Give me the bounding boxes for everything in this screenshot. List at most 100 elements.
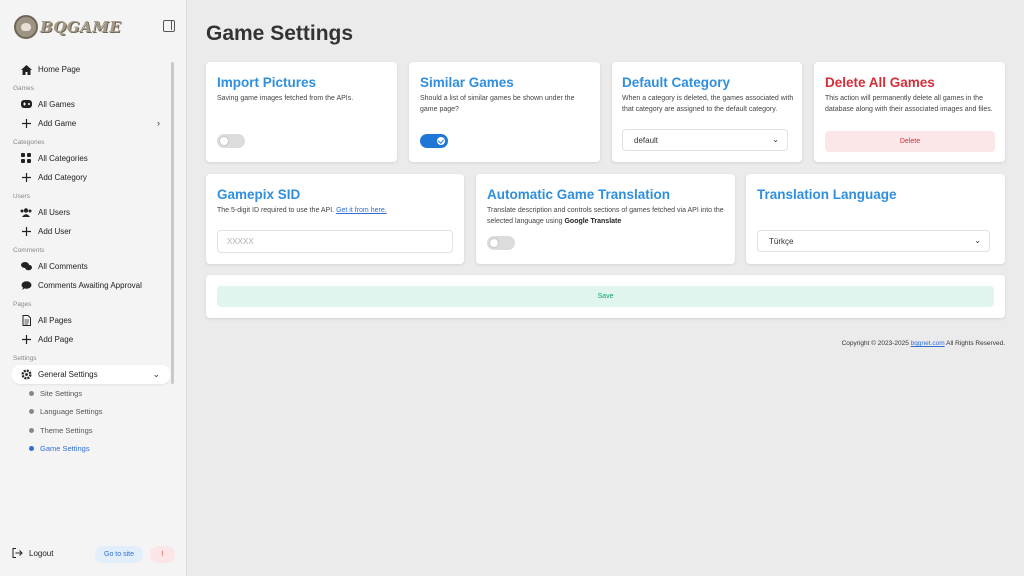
go-to-site-button[interactable]: Go to site — [95, 546, 143, 563]
logout-icon — [12, 548, 23, 558]
card-automatic-translation: Automatic Game Translation Translate des… — [476, 174, 735, 264]
card-import-pictures: Import Pictures Saving game images fetch… — [206, 62, 397, 162]
plus-icon — [20, 226, 32, 238]
chevron-down-icon: ⌄ — [772, 135, 779, 144]
import-pictures-toggle[interactable] — [217, 134, 245, 148]
alert-button[interactable]: ! — [150, 546, 175, 563]
logout-button[interactable]: Logout — [12, 548, 53, 558]
sidebar-item-add-category[interactable]: Add Category — [12, 168, 170, 188]
footer-site-link[interactable]: bqgnet.com — [911, 340, 945, 347]
sidebar-item-all-pages[interactable]: All Pages — [12, 311, 170, 331]
section-games: Games — [13, 84, 34, 92]
bullet-icon — [29, 446, 34, 452]
card-gamepix-sid: Gamepix SID The 5-digit ID required to u… — [206, 174, 464, 264]
copyright-text: Copyright © 2023-2025 — [841, 340, 909, 347]
toggle-knob — [220, 137, 228, 145]
get-sid-link[interactable]: Get it from here. — [336, 207, 387, 214]
sidebar-subitem-language-settings[interactable]: Language Settings — [12, 403, 170, 422]
gamepix-sid-input[interactable] — [217, 230, 453, 253]
similar-games-toggle[interactable] — [420, 134, 448, 148]
card-title: Gamepix SID — [217, 187, 301, 202]
sidebar-subitem-label: Theme Settings — [40, 425, 93, 435]
card-title: Default Category — [622, 75, 731, 90]
card-description: Saving game images fetched from the APIs… — [217, 95, 354, 102]
sidebar-item-label: Comments Awaiting Approval — [38, 281, 142, 291]
toggle-knob — [490, 239, 498, 247]
translation-language-select[interactable]: Türkçe ⌄ — [757, 230, 990, 252]
sidebar-item-all-games[interactable]: All Games — [12, 95, 170, 115]
sidebar-subitem-theme-settings[interactable]: Theme Settings — [12, 421, 170, 440]
card-title: Import Pictures — [217, 75, 317, 90]
comments-icon — [20, 260, 32, 272]
card-delete-all-games: Delete All Games This action will perman… — [814, 62, 1005, 162]
plus-icon — [20, 334, 32, 346]
sidebar-item-label: All Comments — [38, 261, 88, 271]
brand-logo[interactable]: BQGAME — [14, 14, 121, 40]
section-pages: Pages — [13, 300, 32, 308]
sidebar-item-add-game[interactable]: Add Game › — [12, 114, 170, 134]
gear-icon — [20, 368, 32, 380]
card-description: This action will permanently delete all … — [825, 95, 993, 113]
wolf-logo-icon — [14, 15, 38, 39]
sidebar-item-label: All Pages — [38, 315, 72, 325]
section-categories: Categories — [13, 138, 45, 146]
gamepad-icon — [20, 98, 32, 110]
card-title: Automatic Game Translation — [487, 187, 671, 202]
sidebar-item-add-user[interactable]: Add User — [12, 222, 170, 242]
sidebar-subitem-label: Site Settings — [40, 388, 83, 398]
sidebar-subitem-game-settings[interactable]: Game Settings — [12, 440, 170, 459]
sidebar-item-label: Add Page — [38, 335, 74, 345]
sidebar-subitem-site-settings[interactable]: Site Settings — [12, 384, 170, 403]
default-category-select[interactable]: default ⌄ — [622, 129, 788, 151]
sidebar-item-label: Home Page — [38, 65, 81, 75]
sidebar-item-label: All Categories — [38, 153, 88, 163]
sidebar-nav: Home Page Games All Games Add Game › Cat… — [12, 60, 170, 462]
sidebar-item-label: Add User — [38, 227, 72, 237]
section-settings: Settings — [13, 354, 37, 362]
card-title: Translation Language — [757, 187, 897, 202]
plus-icon — [20, 172, 32, 184]
chevron-down-icon: ⌄ — [152, 368, 160, 379]
sidebar-item-label: All Users — [38, 207, 71, 217]
brand-name: BQGAME — [40, 18, 122, 36]
description-text: The 5-digit ID required to use the API. — [217, 207, 335, 214]
footer-copyright: Copyright © 2023-2025 bqgnet.com All Rig… — [842, 340, 1005, 347]
save-button[interactable]: Save — [217, 286, 994, 307]
file-icon — [20, 314, 32, 326]
sidebar-item-home[interactable]: Home Page — [12, 60, 170, 80]
home-icon — [20, 64, 32, 76]
card-description: Should a list of similar games be shown … — [420, 95, 575, 113]
card-description: Translate description and controls secti… — [487, 206, 725, 227]
plus-icon — [20, 118, 32, 130]
sidebar-item-general-settings[interactable]: General Settings ⌄ — [12, 364, 170, 384]
card-translation-language: Translation Language Türkçe ⌄ — [746, 174, 1005, 264]
check-icon — [437, 137, 445, 145]
users-icon — [20, 206, 32, 218]
sidebar-scrollbar[interactable] — [171, 62, 174, 384]
sidebar: BQGAME Home Page Games All Games Add Gam… — [0, 0, 187, 576]
card-description: The 5-digit ID required to use the API. … — [217, 206, 457, 217]
chevron-down-icon: ⌄ — [974, 236, 981, 245]
sidebar-item-comments-awaiting[interactable]: Comments Awaiting Approval — [12, 276, 170, 296]
auto-translate-toggle[interactable] — [487, 236, 515, 250]
card-title: Delete All Games — [825, 75, 935, 90]
section-users: Users — [13, 192, 30, 200]
select-value: Türkçe — [769, 236, 794, 246]
sidebar-item-label: Add Game — [38, 119, 77, 129]
sidebar-item-all-comments[interactable]: All Comments — [12, 257, 170, 277]
sidebar-item-all-categories[interactable]: All Categories — [12, 149, 170, 169]
sidebar-subitem-label: Game Settings — [40, 444, 90, 454]
sidebar-item-all-users[interactable]: All Users — [12, 203, 170, 223]
sidebar-toggle-icon[interactable] — [163, 20, 175, 32]
section-comments: Comments — [13, 246, 45, 254]
logout-label: Logout — [29, 548, 54, 558]
sidebar-item-add-page[interactable]: Add Page — [12, 330, 170, 350]
chevron-right-icon: › — [157, 118, 160, 128]
comment-dots-icon — [20, 280, 32, 292]
bullet-icon — [29, 390, 34, 396]
card-default-category: Default Category When a category is dele… — [612, 62, 802, 162]
delete-all-button[interactable]: Delete — [825, 131, 995, 152]
sidebar-item-label: Add Category — [38, 173, 87, 183]
card-title: Similar Games — [420, 75, 514, 90]
card-description: When a category is deleted, the games as… — [622, 95, 794, 113]
